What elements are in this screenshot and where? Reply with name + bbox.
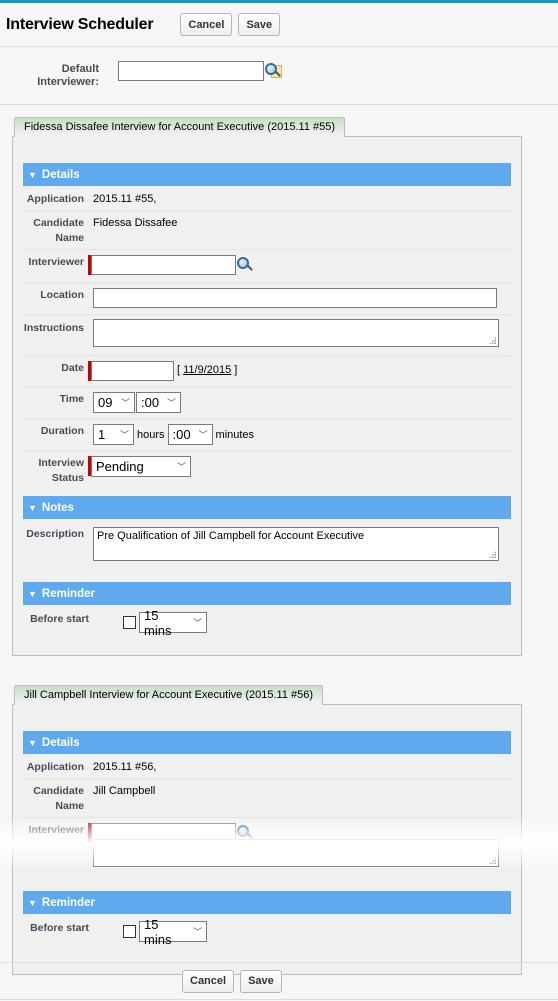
interviewer-input[interactable]	[91, 255, 236, 275]
description-label: Description	[26, 528, 84, 540]
lookup-magnifier-icon[interactable]	[237, 257, 255, 273]
reminder-row: Before start 15 mins ﹀	[23, 605, 511, 645]
time-row: Time 09 ﹀ :00 ﹀	[23, 387, 511, 419]
interview-tab-1[interactable]: Fidessa Dissafee Interview for Account E…	[14, 117, 346, 137]
date-label: Date	[61, 362, 84, 374]
time-hour-select[interactable]: 09 ﹀	[93, 392, 135, 413]
candidate-name-value: Fidessa Dissafee	[93, 217, 178, 229]
reminder-checkbox[interactable]	[123, 925, 136, 938]
footer-cancel-button[interactable]: Cancel	[182, 969, 235, 993]
description-textarea[interactable]: Pre Qualification of Jill Campbell for A…	[93, 527, 499, 561]
interview-status-select[interactable]: Pending ﹀	[91, 456, 191, 477]
before-start-label: Before start	[30, 922, 89, 934]
chevron-down-icon: ﹀	[120, 398, 130, 408]
description-row: Description Pre Qualification of Jill Ca…	[23, 519, 511, 582]
location-row: Location	[23, 283, 511, 315]
resize-grip-icon[interactable]	[489, 337, 496, 344]
reminder-section-header[interactable]: ▼ Reminder	[23, 891, 511, 914]
default-interviewer-input[interactable]	[118, 61, 264, 81]
details-section-header[interactable]: ▼ Details	[23, 163, 511, 186]
reminder-section-header[interactable]: ▼ Reminder	[23, 582, 511, 605]
interview-panel-1: ▼ Details Application 2015.11 #55, Candid…	[12, 136, 522, 656]
resize-grip-icon[interactable]	[489, 857, 496, 864]
location-input[interactable]	[93, 288, 497, 308]
collapse-triangle-icon: ▼	[28, 588, 37, 599]
page-footer: Cancel Save	[0, 962, 558, 1000]
save-button[interactable]: Save	[238, 13, 281, 36]
page-header: Interview Scheduler Cancel Save	[0, 3, 558, 47]
location-label: Location	[40, 289, 84, 301]
default-interviewer-label: Default Interviewer:	[37, 63, 99, 88]
chevron-down-icon: ﹀	[192, 618, 202, 628]
minutes-text: minutes	[215, 428, 255, 441]
collapse-triangle-icon: ▼	[28, 897, 37, 908]
reminder-time-select[interactable]: 15 mins ﹀	[139, 917, 207, 947]
collapse-triangle-icon: ▼	[28, 169, 37, 180]
duration-hours-select[interactable]: 1 ﹀	[93, 424, 134, 445]
today-date-link[interactable]: 11/9/2015	[183, 364, 231, 376]
interviewer-label: Interviewer	[28, 824, 84, 836]
date-row: Date [ 11/9/2015 ]	[23, 356, 511, 387]
date-input[interactable]	[91, 361, 174, 381]
default-interviewer-row: Default Interviewer:	[0, 47, 558, 105]
application-label: Application	[26, 761, 84, 773]
application-row: Application 2015.11 #56,	[23, 754, 511, 779]
hidden-textarea-row	[23, 839, 511, 891]
candidate-name-row: Candidate Name Fidessa Dissafee	[23, 211, 511, 250]
application-value: 2015.11 #55,	[93, 193, 157, 205]
candidate-name-label: Candidate Name	[33, 785, 84, 812]
interview-status-label: Interview Status	[38, 457, 84, 484]
candidate-name-row: Candidate Name Jill Campbell	[23, 779, 511, 818]
instructions-label: Instructions	[23, 322, 84, 334]
collapse-triangle-icon: ▼	[28, 502, 37, 513]
interviewer-label: Interviewer	[28, 256, 84, 268]
interviewer-row: Interviewer	[23, 250, 511, 283]
application-label: Application	[26, 193, 84, 205]
application-row: Application 2015.11 #55,	[23, 186, 511, 211]
resize-grip-icon[interactable]	[489, 551, 496, 558]
chevron-down-icon: ﹀	[192, 927, 202, 937]
chevron-down-icon: ﹀	[119, 430, 129, 440]
lookup-magnifier-icon[interactable]	[265, 63, 283, 79]
duration-row: Duration 1 ﹀ hours :00 ﹀ minutes	[23, 419, 511, 451]
reminder-checkbox[interactable]	[123, 616, 136, 629]
duration-minutes-select[interactable]: :00 ﹀	[167, 424, 213, 445]
notes-section-header[interactable]: ▼ Notes	[23, 496, 511, 519]
chevron-down-icon: ﹀	[198, 430, 208, 440]
candidate-name-value: Jill Campbell	[93, 785, 156, 797]
instructions-textarea[interactable]	[93, 319, 499, 347]
textarea[interactable]	[93, 839, 499, 867]
hours-text: hours	[137, 428, 165, 441]
chevron-down-icon: ﹀	[166, 398, 176, 408]
time-label: Time	[59, 393, 84, 405]
details-section-header[interactable]: ▼ Details	[23, 731, 511, 754]
footer-save-button[interactable]: Save	[240, 969, 282, 993]
before-start-label: Before start	[30, 613, 89, 625]
interview-panel-2: ▼ Details Application 2015.11 #56, Candid…	[12, 704, 522, 975]
collapse-triangle-icon: ▼	[28, 737, 37, 748]
interview-tab-2[interactable]: Jill Campbell Interview for Account Exec…	[14, 685, 323, 705]
reminder-time-select[interactable]: 15 mins ﹀	[139, 608, 207, 638]
page-title: Interview Scheduler	[6, 15, 154, 33]
time-minute-select[interactable]: :00 ﹀	[136, 392, 181, 413]
application-value: 2015.11 #56,	[93, 761, 157, 773]
interview-status-row: Interview Status Pending ﹀	[23, 451, 511, 496]
chevron-down-icon: ﹀	[176, 462, 186, 472]
duration-label: Duration	[40, 425, 84, 437]
instructions-row: Instructions	[23, 315, 511, 356]
reminder-row: Before start 15 mins ﹀	[23, 914, 511, 954]
candidate-name-label: Candidate Name	[33, 217, 84, 244]
cancel-button[interactable]: Cancel	[180, 13, 233, 36]
